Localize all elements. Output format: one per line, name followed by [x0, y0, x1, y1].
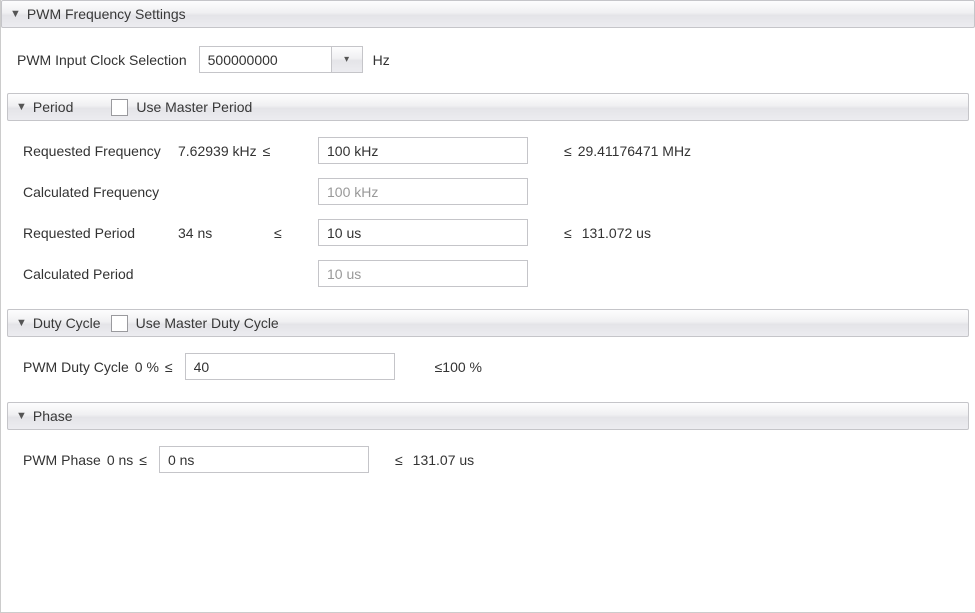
calculated-period-output [318, 260, 528, 287]
requested-frequency-label: Requested Frequency [23, 143, 178, 159]
phase-header[interactable]: ▼ Phase [7, 402, 969, 430]
chevron-down-icon: ▾ [344, 54, 349, 65]
duty-cycle-max: ≤100 % [435, 359, 482, 375]
period-title: Period [33, 99, 73, 115]
duty-cycle-min: 0 % [135, 359, 159, 375]
phase-label: PWM Phase [23, 452, 101, 468]
clock-selection-label: PWM Input Clock Selection [17, 52, 187, 68]
clock-unit-label: Hz [373, 52, 390, 68]
clock-value-input[interactable] [199, 46, 331, 73]
use-master-period-label: Use Master Period [136, 99, 252, 115]
duty-cycle-row: PWM Duty Cycle 0 % ≤ ≤100 % [23, 353, 953, 380]
duty-cycle-input[interactable] [185, 353, 395, 380]
chevron-down-icon: ▼ [16, 101, 27, 113]
clock-selection-combo[interactable]: ▾ [199, 46, 363, 73]
duty-cycle-panel: ▼ Duty Cycle Use Master Duty Cycle PWM D… [7, 309, 969, 390]
requested-period-input[interactable] [318, 219, 528, 246]
requested-frequency-min: 7.62939 kHz [178, 143, 257, 159]
period-panel: ▼ Period Use Master Period Requested Fre… [7, 93, 969, 297]
requested-frequency-max: 29.41176471 MHz [578, 143, 691, 159]
pwm-frequency-settings-panel: ▼ PWM Frequency Settings PWM Input Clock… [1, 0, 975, 491]
phase-panel: ▼ Phase PWM Phase 0 ns ≤ ≤ 131.07 us [7, 402, 969, 483]
calculated-period-row: Calculated Period [23, 260, 953, 287]
chevron-down-icon: ▼ [16, 317, 27, 329]
phase-input[interactable] [159, 446, 369, 473]
pwm-frequency-settings-header[interactable]: ▼ PWM Frequency Settings [1, 0, 975, 28]
leq-icon: ≤ [558, 225, 578, 241]
calculated-frequency-output [318, 178, 528, 205]
pwm-frequency-settings-title: PWM Frequency Settings [27, 6, 186, 22]
use-master-duty-cycle-label: Use Master Duty Cycle [136, 315, 279, 331]
calculated-frequency-row: Calculated Frequency [23, 178, 953, 205]
leq-icon: ≤ [389, 452, 409, 468]
requested-period-label: Requested Period [23, 225, 178, 241]
period-header[interactable]: ▼ Period Use Master Period [7, 93, 969, 121]
chevron-down-icon: ▼ [10, 8, 21, 20]
requested-frequency-row: Requested Frequency 7.62939 kHz ≤ ≤ 29.4… [23, 137, 953, 164]
leq-icon: ≤ [558, 143, 578, 159]
duty-cycle-label: PWM Duty Cycle [23, 359, 129, 375]
duty-cycle-header[interactable]: ▼ Duty Cycle Use Master Duty Cycle [7, 309, 969, 337]
leq-icon: ≤ [268, 225, 288, 241]
requested-period-row: Requested Period 34 ns ≤ ≤ 131.072 us [23, 219, 953, 246]
use-master-duty-cycle-checkbox[interactable] [111, 315, 128, 332]
phase-max: 131.07 us [413, 452, 475, 468]
calculated-period-label: Calculated Period [23, 266, 178, 282]
requested-frequency-input[interactable] [318, 137, 528, 164]
clock-selection-row: PWM Input Clock Selection ▾ Hz [7, 46, 969, 73]
phase-min: 0 ns [107, 452, 133, 468]
phase-title: Phase [33, 408, 73, 424]
phase-row: PWM Phase 0 ns ≤ ≤ 131.07 us [23, 446, 953, 473]
requested-period-max: 131.072 us [582, 225, 651, 241]
duty-cycle-title: Duty Cycle [33, 315, 101, 331]
leq-icon: ≤ [257, 143, 277, 159]
clock-dropdown-button[interactable]: ▾ [331, 46, 363, 73]
requested-period-min: 34 ns [178, 225, 268, 241]
leq-icon: ≤ [159, 359, 179, 375]
use-master-period-checkbox[interactable] [111, 99, 128, 116]
chevron-down-icon: ▼ [16, 410, 27, 422]
calculated-frequency-label: Calculated Frequency [23, 184, 178, 200]
leq-icon: ≤ [133, 452, 153, 468]
